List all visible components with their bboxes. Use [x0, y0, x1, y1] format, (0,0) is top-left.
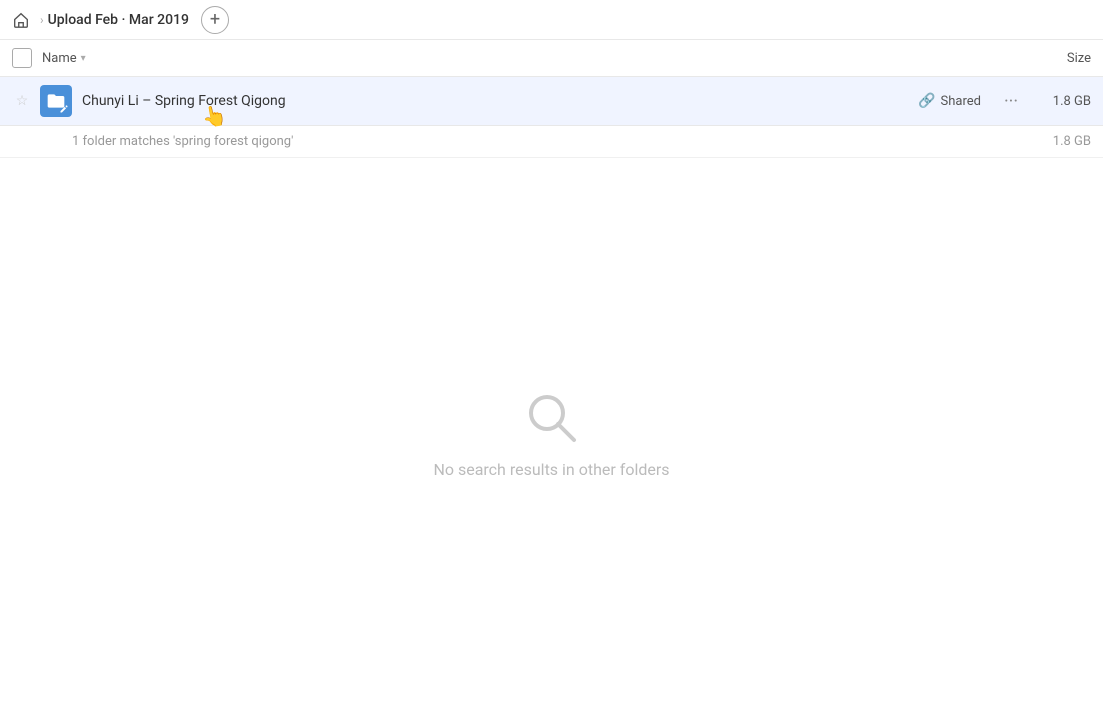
folder-icon — [40, 85, 72, 117]
name-column-header[interactable]: Name ▾ — [42, 51, 86, 66]
breadcrumb-title: Upload Feb · Mar 2019 — [48, 12, 189, 28]
column-header-row: Name ▾ Size — [0, 40, 1103, 77]
size-column-header: Size — [1067, 51, 1091, 66]
no-results-search-icon — [522, 388, 582, 448]
sort-arrow-icon: ▾ — [81, 53, 86, 64]
no-results-text: No search results in other folders — [433, 460, 669, 479]
home-button[interactable] — [12, 11, 30, 29]
topbar: › Upload Feb · Mar 2019 + — [0, 0, 1103, 40]
shared-badge: 🔗 Shared — [918, 93, 981, 109]
star-icon[interactable]: ☆ — [12, 91, 32, 111]
file-name-label: Chunyi Li – Spring Forest Qigong — [82, 93, 918, 109]
breadcrumb-separator: › — [40, 13, 44, 27]
match-size: 1.8 GB — [1053, 134, 1091, 149]
shared-label: Shared — [941, 94, 981, 109]
link-icon: 🔗 — [918, 93, 935, 109]
file-size: 1.8 GB — [1041, 94, 1091, 109]
add-button[interactable]: + — [201, 6, 229, 34]
empty-state: No search results in other folders — [0, 158, 1103, 708]
select-all-checkbox[interactable] — [12, 48, 32, 68]
match-count-text: 1 folder matches 'spring forest qigong' — [72, 134, 1053, 149]
more-options-button[interactable]: ··· — [997, 87, 1025, 115]
file-row[interactable]: ☆ Chunyi Li – Spring Forest Qigong 🔗 Sha… — [0, 77, 1103, 126]
match-summary-row: 1 folder matches 'spring forest qigong' … — [0, 126, 1103, 158]
